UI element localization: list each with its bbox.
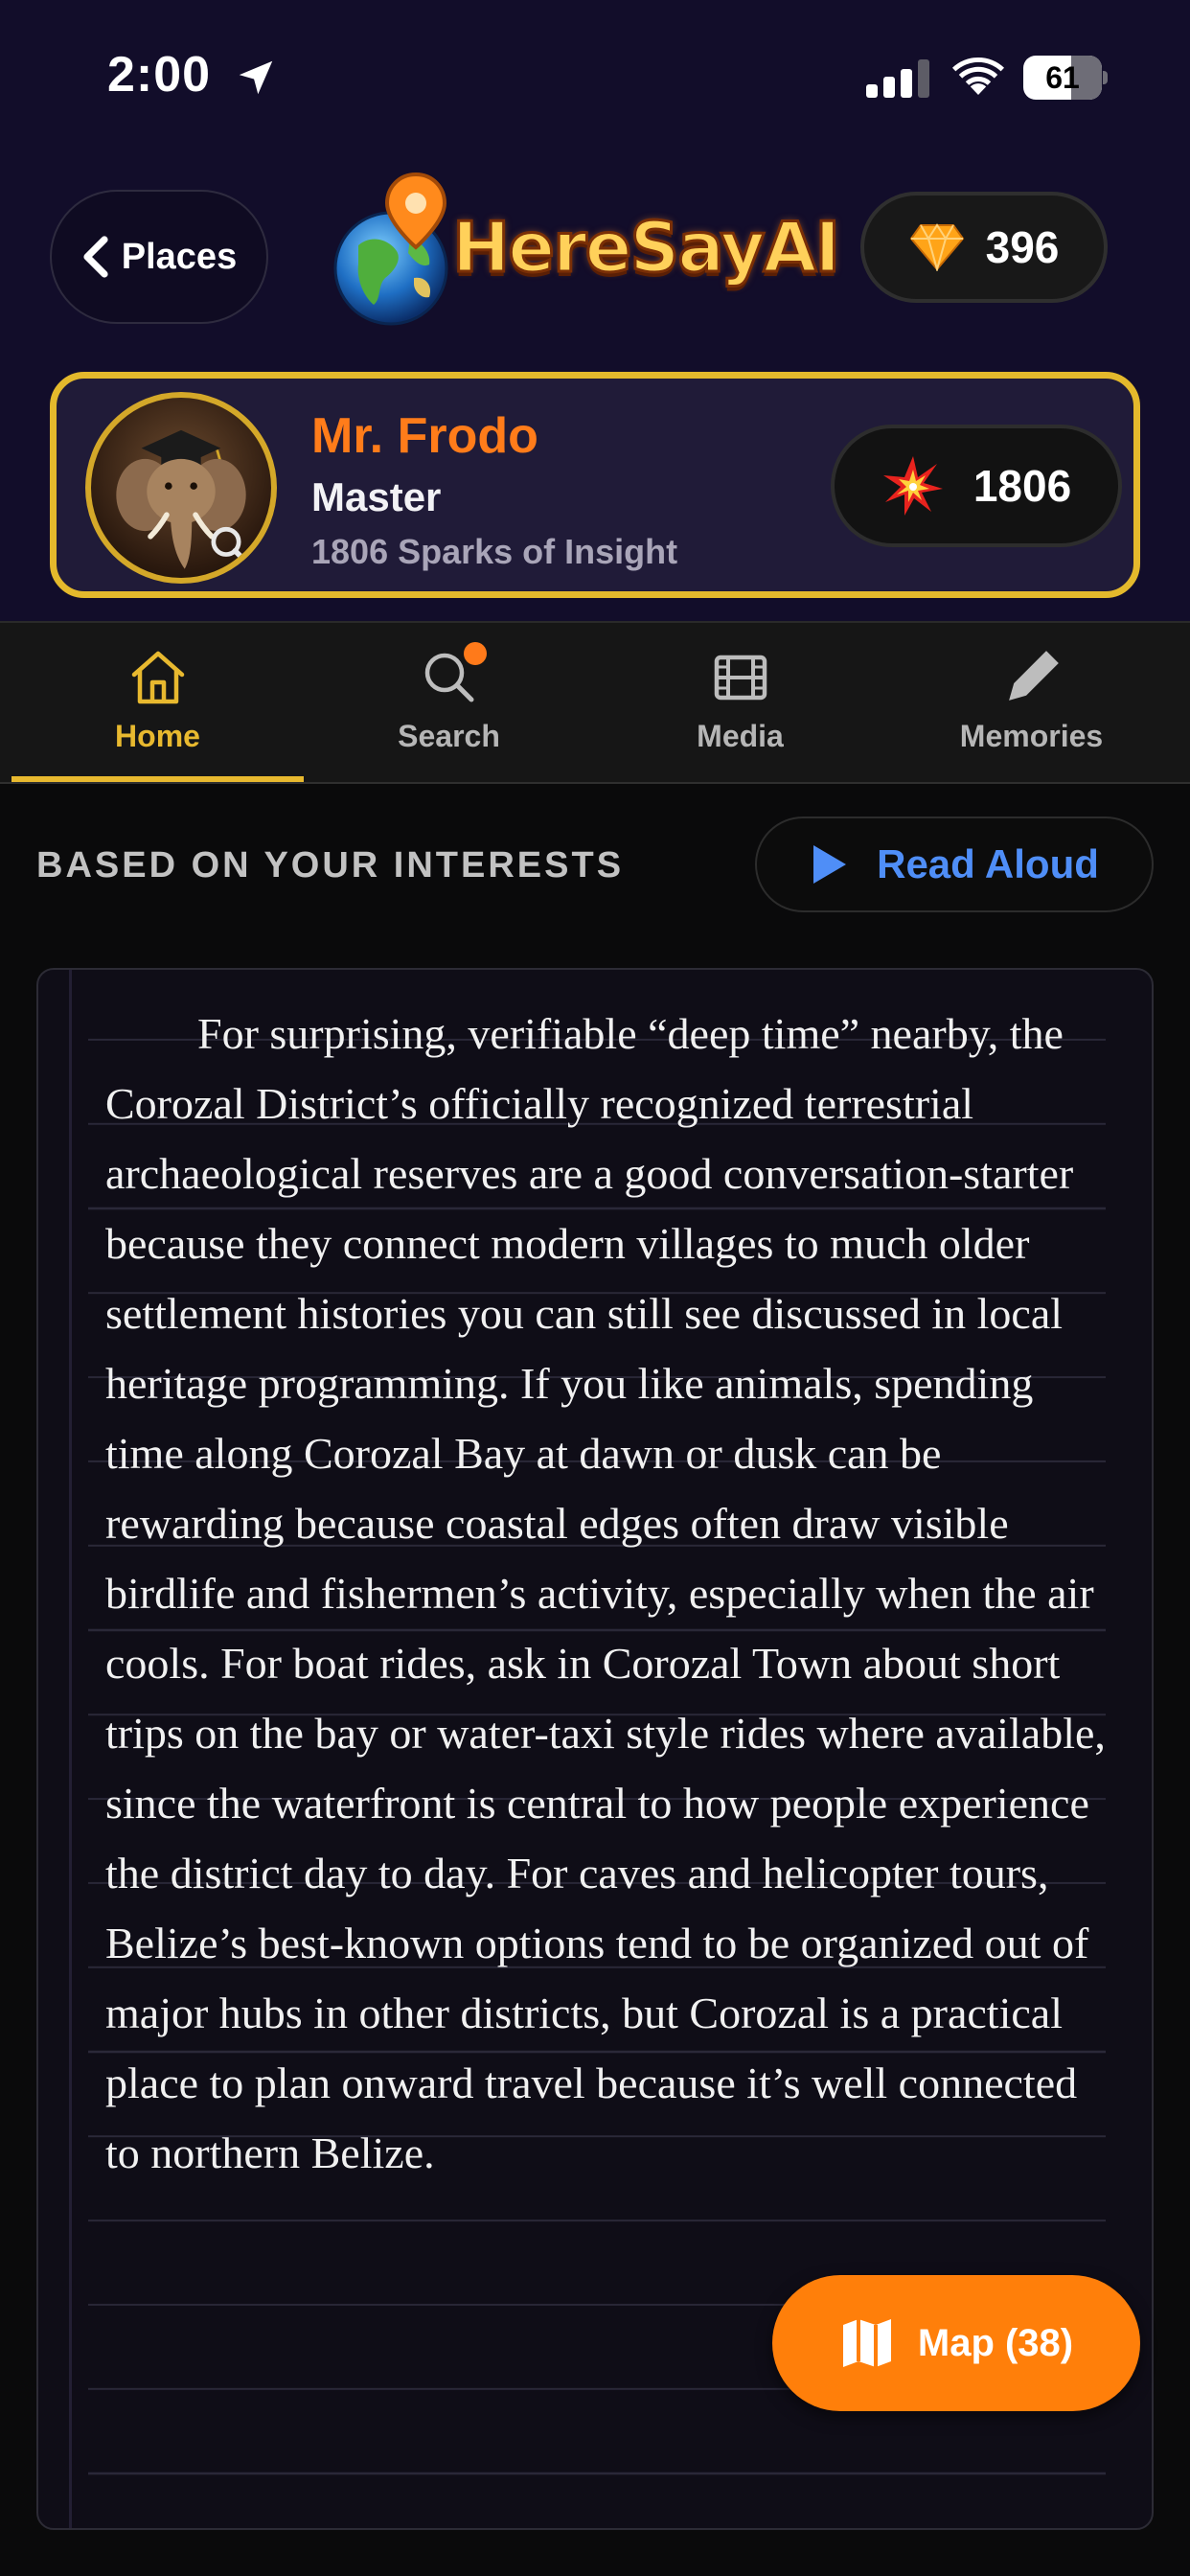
play-icon (813, 845, 847, 884)
map-button[interactable]: Map (38) (772, 2275, 1140, 2411)
status-bar: 2:00 61 (0, 0, 1190, 153)
back-button-label: Places (121, 236, 238, 277)
avatar[interactable] (85, 392, 277, 584)
map-icon (842, 2319, 891, 2367)
wifi-icon (952, 57, 1004, 95)
article-text: For surprising, verifiable “deep time” n… (105, 1009, 1106, 2177)
battery-level: 61 (1045, 60, 1080, 95)
tab-memories-label: Memories (959, 719, 1104, 753)
tab-home[interactable]: Home (11, 623, 304, 784)
sparks-count: 1806 (973, 461, 1072, 511)
scholar-elephant-avatar-icon (116, 429, 249, 569)
app-header: 2:00 61 Places HereSayAI 396 Mr. Frodo M… (0, 0, 1190, 621)
spark-burst-icon (882, 456, 943, 516)
user-name: Mr. Frodo (311, 408, 538, 464)
sparks-counter[interactable]: 1806 (831, 425, 1122, 547)
map-button-label: Map (38) (917, 2321, 1074, 2364)
profile-card[interactable]: Mr. Frodo Master 1806 Sparks of Insight … (50, 372, 1140, 598)
pencil-icon (1008, 651, 1059, 701)
section-heading: BASED ON YOUR INTERESTS (36, 845, 625, 886)
read-aloud-label: Read Aloud (877, 841, 1099, 886)
back-places-button[interactable]: Places (50, 190, 268, 324)
read-aloud-button[interactable]: Read Aloud (755, 816, 1154, 912)
gem-icon (909, 223, 964, 271)
user-rank: Master (311, 474, 442, 519)
tab-search-label: Search (398, 719, 500, 753)
tab-media-label: Media (697, 719, 784, 753)
status-time: 2:00 (107, 47, 212, 103)
location-arrow-icon (239, 60, 273, 95)
gems-count: 396 (985, 222, 1060, 272)
app-name: HereSayAI (450, 206, 841, 289)
app-logo: HereSayAI (322, 165, 842, 328)
tab-bar: Home Search Media Memories (0, 621, 1190, 784)
home-icon (131, 651, 184, 704)
tab-home-label: Home (115, 719, 200, 753)
cellular-signal-icon (866, 59, 929, 98)
notebook-margin-line (69, 970, 72, 2528)
active-tab-indicator (11, 776, 304, 782)
tab-search[interactable]: Search (303, 623, 595, 784)
battery-indicator: 61 (1023, 56, 1108, 100)
film-icon (714, 655, 767, 701)
user-sparks-text: 1806 Sparks of Insight (311, 532, 678, 571)
gems-counter[interactable]: 396 (860, 192, 1108, 303)
search-notification-badge (464, 642, 487, 665)
tab-media[interactable]: Media (594, 623, 886, 784)
tab-memories[interactable]: Memories (885, 623, 1178, 784)
chevron-left-icon (83, 236, 108, 278)
